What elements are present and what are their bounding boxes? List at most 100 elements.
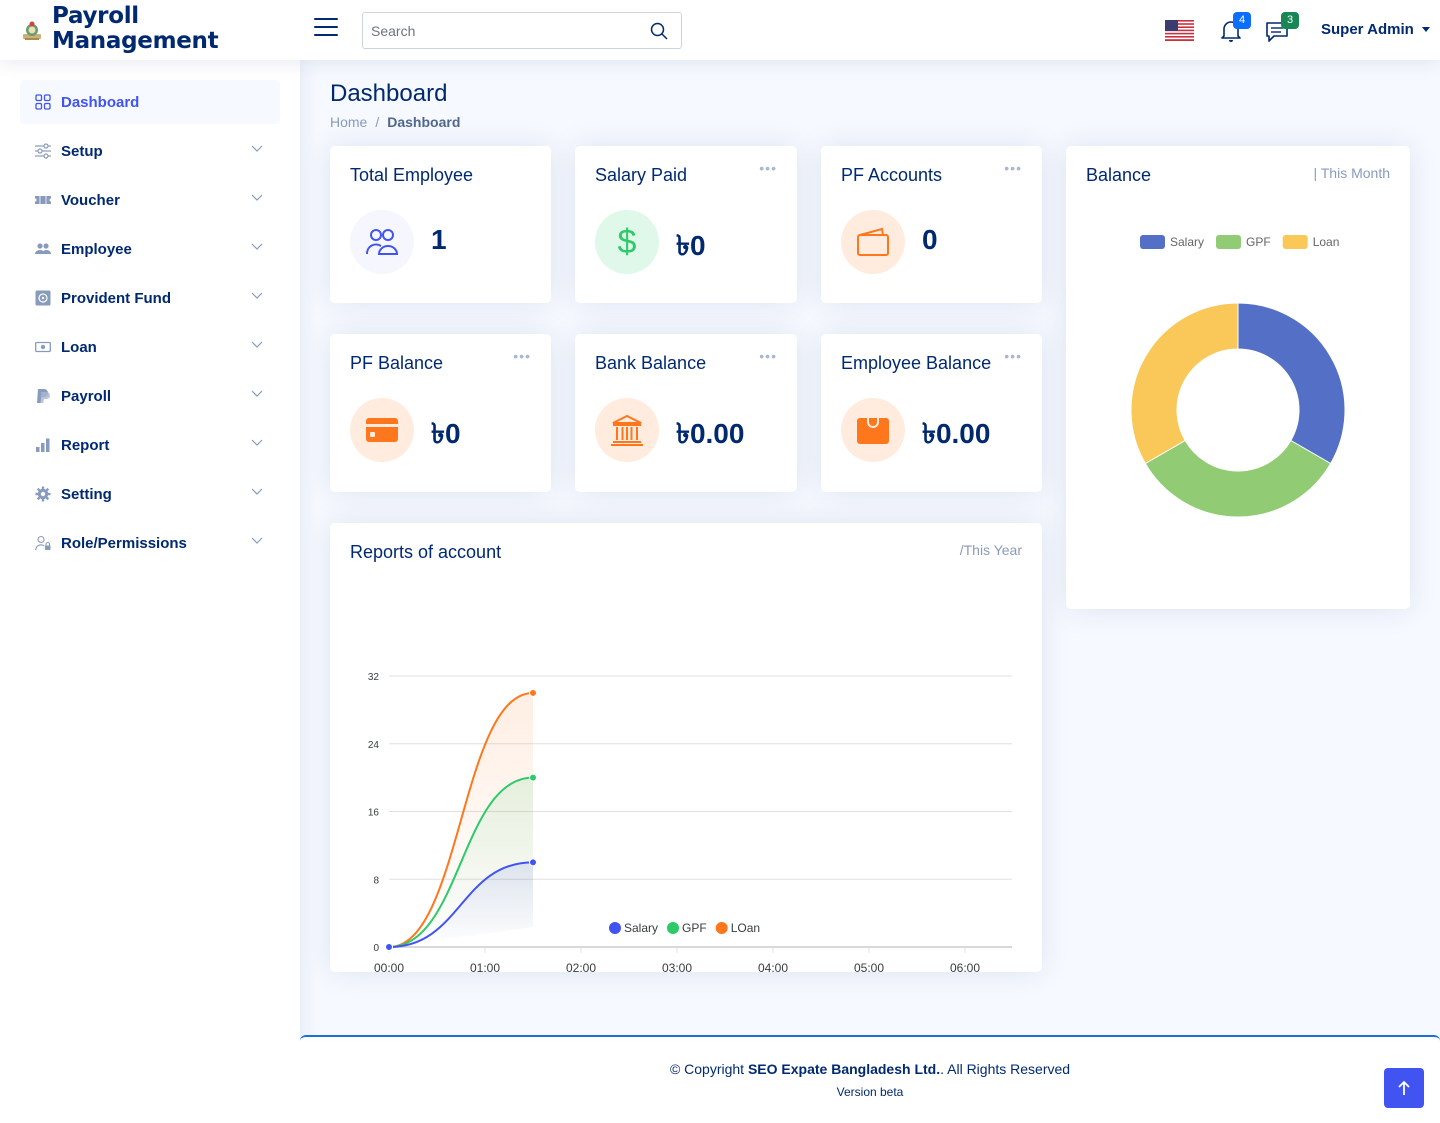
legend-item-gpf[interactable]: GPF (1216, 235, 1271, 249)
sidebar-item-report[interactable]: Report (20, 423, 280, 467)
legend-item-loan[interactable]: LOan (715, 921, 760, 935)
chevron-down-icon (251, 145, 263, 152)
sidebar-item-voucher[interactable]: Voucher (20, 178, 280, 222)
data-point-loan[interactable] (529, 688, 537, 697)
bank-icon (611, 414, 643, 446)
app-logo[interactable]: Payroll Management (20, 4, 219, 54)
copyright-suffix: . All Rights Reserved (940, 1061, 1071, 1077)
app-title-line2: Management (52, 28, 219, 54)
sidebar-item-label: Report (61, 436, 110, 454)
sidebar-item-dashboard[interactable]: Dashboard (20, 80, 280, 124)
search-input[interactable] (363, 22, 633, 39)
card-menu-button[interactable]: ••• (513, 348, 531, 364)
sidebar-item-employee[interactable]: Employee (20, 227, 280, 271)
cash-icon (35, 339, 51, 355)
x-tick-label: 03:00 (662, 961, 692, 972)
user-name: Super Admin (1321, 21, 1414, 38)
legend-marker (667, 922, 680, 934)
legend-marker (715, 922, 728, 934)
salary-paid-card: Salary Paid ••• $ ৳0 (575, 146, 797, 303)
y-tick-label: 24 (368, 740, 380, 751)
messages-badge: 3 (1281, 12, 1299, 29)
person-lock-icon (35, 535, 51, 551)
breadcrumb-home-link[interactable]: Home (330, 114, 367, 130)
card-subtitle[interactable]: | This Month (1313, 165, 1390, 181)
card-menu-button[interactable]: ••• (1004, 160, 1022, 176)
card-menu-button[interactable]: ••• (1004, 348, 1022, 364)
breadcrumb-separator: / (375, 114, 380, 130)
card-value: ৳0 (676, 230, 706, 261)
legend-item-salary[interactable]: Salary (609, 921, 658, 935)
main-content: Dashboard Home / Dashboard Total Employe… (300, 60, 1440, 1035)
card-value: ৳0.00 (922, 418, 991, 449)
card-value: 0 (922, 224, 938, 255)
legend-item-gpf[interactable]: GPF (667, 921, 707, 935)
emblem-icon (23, 21, 41, 40)
card-title: PF Accounts (841, 165, 943, 185)
legend-label: Loan (1313, 235, 1340, 249)
card-menu-button[interactable]: ••• (759, 348, 777, 364)
card-title: Salary Paid (595, 165, 688, 185)
us-flag-icon[interactable] (1165, 20, 1194, 41)
people-icon (366, 229, 399, 255)
chevron-down-icon (251, 537, 263, 544)
sidebar-item-payroll[interactable]: Payroll (20, 374, 280, 418)
sidebar-item-label: Setup (61, 142, 103, 160)
messages-button[interactable]: 3 (1265, 12, 1299, 44)
data-point-salary[interactable] (385, 943, 393, 951)
card-menu-button[interactable]: ••• (759, 160, 777, 176)
card-title: Total Employee (350, 165, 474, 185)
legend-label: LOan (731, 921, 760, 935)
legend-item-loan[interactable]: Loan (1282, 235, 1340, 249)
donut-slice-loan[interactable] (1130, 302, 1239, 465)
x-tick-label: 04:00 (758, 961, 788, 972)
card-value: ৳0 (431, 418, 461, 449)
card-icon-circle (841, 398, 905, 462)
reports-area-chart: 0 8 16 24 32 00:00 01:00 02:00 03:00 04:00 05:00 06… (368, 672, 1012, 972)
dollar-icon: $ (617, 222, 637, 261)
donut-slice-gpf[interactable] (1144, 439, 1332, 518)
top-header: Payroll Management 4 (0, 0, 1440, 60)
sidebar-item-provident-fund[interactable]: Provident Fund (20, 276, 280, 320)
sidebar-item-label: Employee (61, 240, 132, 258)
card-icon-circle (841, 210, 905, 274)
legend-label: Salary (1170, 235, 1204, 249)
back-to-top-button[interactable] (1384, 1068, 1424, 1108)
page-title: Dashboard (330, 80, 448, 107)
data-point-salary[interactable] (529, 858, 537, 867)
card-value: ৳0.00 (676, 418, 745, 449)
card-title: Employee Balance (841, 353, 992, 373)
card-icon-circle (350, 210, 414, 274)
chevron-down-icon (251, 439, 263, 446)
x-tick-label: 00:00 (374, 961, 404, 972)
user-menu-button[interactable]: Super Admin (1321, 21, 1430, 38)
legend-item-salary[interactable]: Salary (1140, 235, 1204, 249)
copyright-prefix: © Copyright (669, 1061, 745, 1077)
search-icon[interactable] (649, 21, 669, 41)
ticket-icon (35, 192, 51, 208)
sidebar-toggle-button[interactable] (314, 18, 338, 40)
sidebar: Dashboard Setup Voucher Employee Provide… (0, 60, 300, 1123)
arrow-up-icon (1398, 1080, 1410, 1095)
legend-swatch (1216, 235, 1242, 249)
donut-slice-salary[interactable] (1237, 302, 1346, 465)
sidebar-item-setup[interactable]: Setup (20, 129, 280, 173)
sidebar-item-loan[interactable]: Loan (20, 325, 280, 369)
sidebar-item-role-permissions[interactable]: Role/Permissions (20, 521, 280, 565)
company-name: SEO Expate Bangladesh Ltd. (747, 1061, 941, 1077)
notifications-button[interactable]: 4 (1219, 12, 1251, 44)
legend-swatch (1140, 235, 1165, 249)
copyright-text: © Copyright SEO Expate Bangladesh Ltd.. … (300, 1061, 1440, 1077)
footer: © Copyright SEO Expate Bangladesh Ltd.. … (300, 1035, 1440, 1123)
search-bar (362, 12, 682, 49)
breadcrumb-current: Dashboard (387, 114, 461, 130)
data-point-gpf[interactable] (529, 773, 537, 782)
gear-icon (35, 486, 51, 502)
chevron-down-icon (251, 390, 263, 397)
sidebar-item-setting[interactable]: Setting (20, 472, 280, 516)
balance-donut-chart: Salary GPF Loan (1130, 235, 1346, 518)
x-tick-label: 05:00 (854, 961, 884, 972)
legend-marker (609, 922, 621, 934)
chevron-down-icon (251, 488, 263, 495)
legend-label: GPF (682, 921, 707, 935)
